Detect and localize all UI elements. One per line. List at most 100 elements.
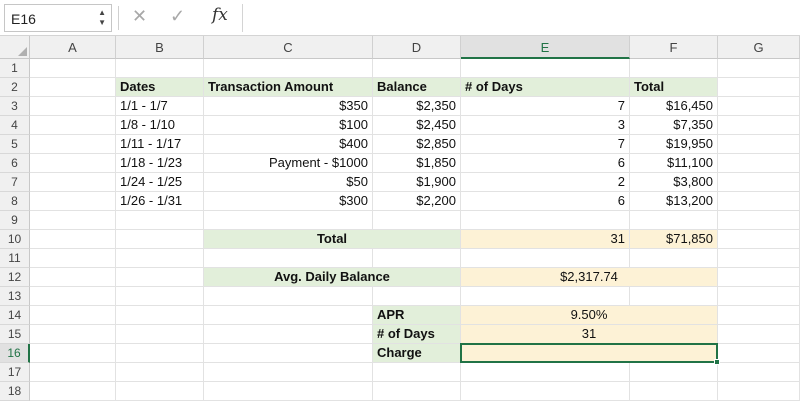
cell-a17[interactable] [30,363,116,382]
cell-b10[interactable] [116,230,204,249]
cell-a7[interactable] [30,173,116,192]
cell-d14[interactable]: APR [373,306,461,325]
cell-f3[interactable]: $16,450 [630,97,718,116]
cell-e7[interactable]: 2 [461,173,630,192]
row-header-8[interactable]: 8 [0,192,30,211]
cell-d8[interactable]: $2,200 [373,192,461,211]
cell-c5[interactable]: $400 [204,135,373,154]
cell-e4[interactable]: 3 [461,116,630,135]
cell-b3[interactable]: 1/1 - 1/7 [116,97,204,116]
cell-e10[interactable]: 31 [461,230,630,249]
cell-d13[interactable] [373,287,461,306]
cell-a8[interactable] [30,192,116,211]
enter-icon[interactable]: ✓ [170,6,185,27]
cell-d11[interactable] [373,249,461,268]
cell-c13[interactable] [204,287,373,306]
cell-e8[interactable]: 6 [461,192,630,211]
cell-f5[interactable]: $19,950 [630,135,718,154]
cell-a13[interactable] [30,287,116,306]
cell-e3[interactable]: 7 [461,97,630,116]
cell-e9[interactable] [461,211,630,230]
cell-g8[interactable] [718,192,800,211]
cell-g10[interactable] [718,230,800,249]
cell-b17[interactable] [116,363,204,382]
cell-a1[interactable] [30,59,116,78]
cell-a16[interactable] [30,344,116,363]
cell-g1[interactable] [718,59,800,78]
cell-g7[interactable] [718,173,800,192]
cell-a10[interactable] [30,230,116,249]
cell-g3[interactable] [718,97,800,116]
row-header-1[interactable]: 1 [0,59,30,78]
cell-d3[interactable]: $2,350 [373,97,461,116]
column-header-c[interactable]: C [204,36,373,59]
row-header-15[interactable]: 15 [0,325,30,344]
cell-g13[interactable] [718,287,800,306]
cell-e16[interactable] [461,344,718,363]
cell-g18[interactable] [718,382,800,401]
cell-c10[interactable]: Total [204,230,461,249]
cell-c15[interactable] [204,325,373,344]
cell-f2[interactable]: Total [630,78,718,97]
cell-c2[interactable]: Transaction Amount [204,78,373,97]
cell-d6[interactable]: $1,850 [373,154,461,173]
cell-g4[interactable] [718,116,800,135]
row-header-16[interactable]: 16 [0,344,30,363]
row-header-12[interactable]: 12 [0,268,30,287]
cell-e13[interactable] [461,287,630,306]
cell-a11[interactable] [30,249,116,268]
cell-g11[interactable] [718,249,800,268]
column-header-g[interactable]: G [718,36,800,59]
cell-c6[interactable]: Payment - $1000 [204,154,373,173]
cell-f13[interactable] [630,287,718,306]
cell-b2[interactable]: Dates [116,78,204,97]
cell-d2[interactable]: Balance [373,78,461,97]
cell-c9[interactable] [204,211,373,230]
cell-e2[interactable]: # of Days [461,78,630,97]
cell-c1[interactable] [204,59,373,78]
cell-a14[interactable] [30,306,116,325]
cell-f1[interactable] [630,59,718,78]
cell-a18[interactable] [30,382,116,401]
cell-b9[interactable] [116,211,204,230]
column-header-f[interactable]: F [630,36,718,59]
insert-function-icon[interactable]: fx [212,5,228,25]
cell-g2[interactable] [718,78,800,97]
cell-a2[interactable] [30,78,116,97]
cell-d4[interactable]: $2,450 [373,116,461,135]
cell-d15[interactable]: # of Days [373,325,461,344]
cell-g5[interactable] [718,135,800,154]
cell-f17[interactable] [630,363,718,382]
cell-a6[interactable] [30,154,116,173]
cell-g16[interactable] [718,344,800,363]
cell-b15[interactable] [116,325,204,344]
cell-b6[interactable]: 1/18 - 1/23 [116,154,204,173]
formula-input[interactable] [242,4,796,32]
cell-b4[interactable]: 1/8 - 1/10 [116,116,204,135]
row-header-18[interactable]: 18 [0,382,30,401]
cell-b8[interactable]: 1/26 - 1/31 [116,192,204,211]
cell-b11[interactable] [116,249,204,268]
cell-b16[interactable] [116,344,204,363]
cell-d17[interactable] [373,363,461,382]
cell-e14[interactable]: 9.50% [461,306,718,325]
row-header-5[interactable]: 5 [0,135,30,154]
cell-b7[interactable]: 1/24 - 1/25 [116,173,204,192]
fill-handle[interactable] [714,359,720,365]
name-box[interactable]: E16 ▲ ▼ [4,4,112,32]
column-header-a[interactable]: A [30,36,116,59]
cell-e5[interactable]: 7 [461,135,630,154]
row-header-13[interactable]: 13 [0,287,30,306]
cell-c12[interactable]: Avg. Daily Balance [204,268,461,287]
row-header-14[interactable]: 14 [0,306,30,325]
cell-f10[interactable]: $71,850 [630,230,718,249]
cell-a3[interactable] [30,97,116,116]
row-header-11[interactable]: 11 [0,249,30,268]
cell-c4[interactable]: $100 [204,116,373,135]
cell-d5[interactable]: $2,850 [373,135,461,154]
cell-c8[interactable]: $300 [204,192,373,211]
column-header-b[interactable]: B [116,36,204,59]
cell-d18[interactable] [373,382,461,401]
row-header-3[interactable]: 3 [0,97,30,116]
cell-a12[interactable] [30,268,116,287]
